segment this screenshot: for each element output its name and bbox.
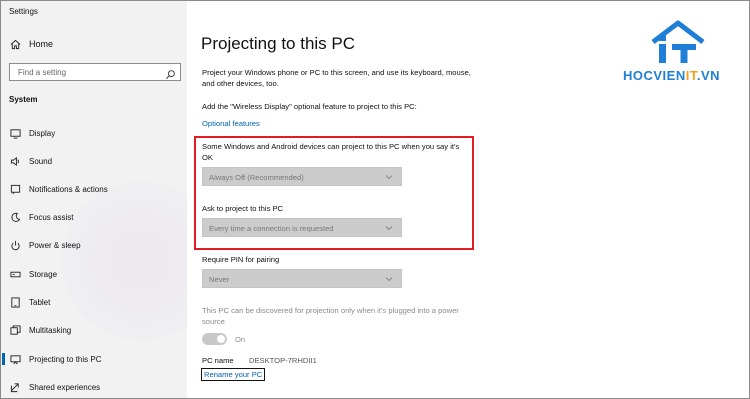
add-feature-text: Add the "Wireless Display" optional feat…	[202, 102, 417, 111]
chevron-down-icon	[385, 275, 393, 283]
power-source-toggle[interactable]	[202, 333, 227, 345]
page-title: Projecting to this PC	[201, 34, 356, 53]
sidebar-item-label: Power & sleep	[29, 240, 81, 250]
dropdown-value: Always Off (Recommended)	[209, 173, 304, 182]
logo-wordmark: HOCVIENIT.VN	[623, 68, 721, 83]
pc-name-value: DESKTOP-7RHDII1	[249, 356, 317, 365]
hocvienit-logo: HOCVIENIT.VN	[623, 20, 733, 90]
ask-to-project-label: Ask to project to this PC	[202, 204, 284, 213]
sidebar-item-sound[interactable]: Sound	[1, 152, 187, 170]
chevron-down-icon	[385, 224, 393, 232]
sidebar-item-power-sleep[interactable]: Power & sleep	[1, 236, 187, 254]
sidebar-item-tablet[interactable]: Tablet	[1, 293, 187, 311]
speaker-icon	[9, 155, 21, 167]
dropdown-value: Never	[209, 275, 230, 284]
page-description: Project your Windows phone or PC to this…	[202, 68, 471, 88]
pc-name-label: PC name	[202, 356, 234, 365]
storage-icon	[9, 268, 21, 280]
multitasking-icon	[9, 324, 21, 336]
sidebar-item-label: Sound	[29, 156, 53, 166]
settings-sidebar: Settings Home Find a setting System Disp…	[1, 1, 187, 398]
sidebar-item-multitasking[interactable]: Multitasking	[1, 321, 187, 339]
home-label: Home	[29, 39, 54, 49]
ask-to-project-dropdown[interactable]: Every time a connection is requested	[202, 218, 402, 237]
search-icon[interactable]	[165, 67, 176, 79]
toggle-state-label: On	[235, 334, 246, 344]
app-title: Settings	[9, 7, 38, 16]
moon-icon	[9, 211, 21, 223]
sidebar-item-label: Storage	[29, 269, 58, 279]
rename-pc-link[interactable]: Rename your PC	[201, 368, 266, 381]
sidebar-item-label: Display	[29, 128, 56, 138]
projecting-icon	[9, 353, 21, 365]
sidebar-item-storage[interactable]: Storage	[1, 265, 187, 283]
home-nav-item[interactable]: Home	[9, 38, 53, 50]
monitor-icon	[9, 127, 21, 139]
power-icon	[9, 239, 21, 251]
toggle-knob	[217, 335, 225, 343]
notification-icon	[9, 183, 21, 195]
sidebar-item-label: Notifications & actions	[29, 184, 108, 194]
sidebar-item-projecting[interactable]: Projecting to this PC	[1, 350, 187, 368]
sidebar-item-label: Shared experiences	[29, 382, 101, 392]
sidebar-item-label: Tablet	[29, 297, 51, 307]
require-pin-label: Require PIN for pairing	[202, 255, 280, 264]
sidebar-item-focus-assist[interactable]: Focus assist	[1, 208, 187, 226]
dropdown-value: Every time a connection is requested	[209, 224, 334, 233]
tablet-icon	[9, 296, 21, 308]
home-icon	[9, 38, 21, 50]
section-heading-system: System	[9, 95, 38, 104]
sidebar-item-notifications[interactable]: Notifications & actions	[1, 180, 187, 198]
power-source-toggle-row: On	[202, 333, 245, 345]
setting-availability-label: Some Windows and Android devices can pro…	[202, 142, 460, 162]
shared-icon	[9, 381, 21, 393]
sidebar-item-shared-experiences[interactable]: Shared experiences	[1, 378, 187, 396]
sidebar-item-label: Projecting to this PC	[29, 354, 102, 364]
sidebar-item-display[interactable]: Display	[1, 124, 187, 142]
search-placeholder: Find a setting	[18, 68, 67, 77]
search-input[interactable]: Find a setting	[9, 63, 181, 81]
chevron-down-icon	[385, 173, 393, 181]
power-source-note: This PC can be discovered for projection…	[202, 306, 459, 326]
require-pin-dropdown[interactable]: Never	[202, 269, 402, 288]
availability-dropdown[interactable]: Always Off (Recommended)	[202, 167, 402, 186]
sidebar-item-label: Focus assist	[29, 212, 74, 222]
logo-house-icon	[651, 20, 705, 63]
sidebar-item-label: Multitasking	[29, 325, 72, 335]
optional-features-link[interactable]: Optional features	[202, 119, 260, 128]
